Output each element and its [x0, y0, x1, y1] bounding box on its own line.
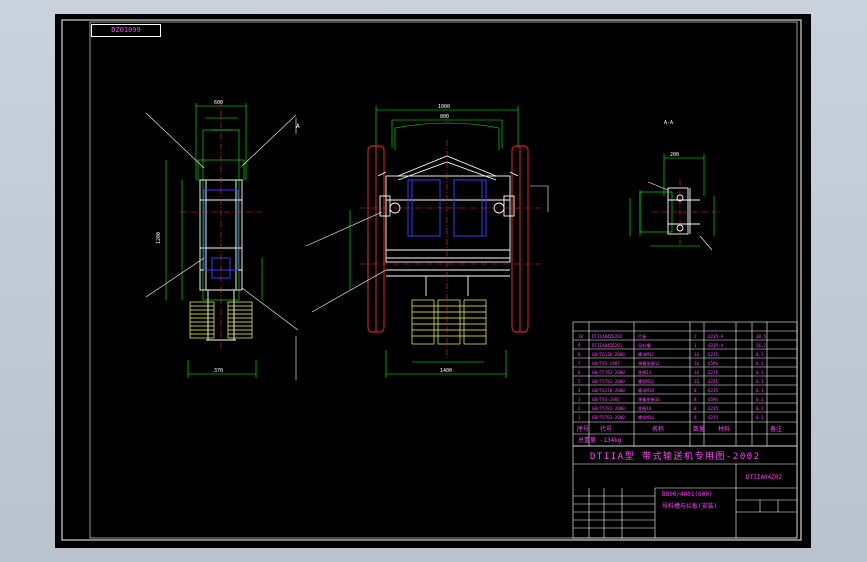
- bom-cell-note: 38.5: [756, 334, 767, 339]
- bom-cell-name: 螺栓M16: [638, 414, 654, 421]
- section-mark: A: [296, 123, 300, 130]
- bom-cell-mat: 65Mn: [708, 397, 719, 402]
- bom-cell-mat: 65Mn: [708, 361, 719, 366]
- bom-cell-no: 6: [578, 370, 581, 375]
- bom-cell-no: 5: [578, 379, 581, 384]
- bom-header-cell: 备注: [770, 425, 782, 433]
- bom-cell-name: 垫圈16: [638, 405, 652, 412]
- bom-header-cell: 代号: [600, 425, 612, 433]
- bom-cell-note: 56.2: [756, 343, 767, 348]
- bom-cell-code: GB/T93-1987: [592, 361, 620, 366]
- bom-cell-name: 螺栓M12: [638, 378, 654, 385]
- dim-top-width: 1000: [438, 104, 450, 110]
- bom-cell-qty: 16: [694, 352, 700, 357]
- dim-bottom-width: 1400: [440, 368, 452, 374]
- dim-detail-width: 200: [670, 152, 679, 158]
- bom-cell-qty: 2: [694, 334, 697, 339]
- bom-cell-qty: 8: [694, 388, 697, 393]
- bom-cell-note: 0.1: [756, 397, 764, 402]
- bom-cell-name: 弹簧垫圈12: [638, 360, 660, 367]
- bom-cell-code: DTIIA04Z0201: [592, 343, 623, 348]
- bom-cell-qty: 16: [694, 361, 700, 366]
- bom-cell-note: 0.1: [756, 379, 764, 384]
- bom-cell-name: 垫圈12: [638, 369, 652, 376]
- bom-cell-mat: Q235: [708, 370, 719, 375]
- bom-cell-note: 0.1: [756, 415, 764, 420]
- bom-header: 序号 代号 名称 数量 材料 备注: [577, 425, 782, 433]
- bom-cell-code: GB/T6170-2000: [592, 388, 625, 393]
- bom-cell-no: 9: [578, 343, 581, 348]
- drawing-title: DTIIA型 带式输送机专用图-2002: [590, 450, 761, 462]
- bom-cell-code: GB/T5783-2000: [592, 370, 625, 375]
- bom-header-cell: 名称: [652, 425, 664, 433]
- bom-cell-code: GB/T93-1987: [592, 397, 620, 402]
- part-name-line2: 导料槽与拦板(安装): [662, 502, 717, 510]
- bom-cell-code: GB/T5783-2000: [592, 406, 625, 411]
- bom-cell-no: 3: [578, 397, 581, 402]
- bom-cell-code: DTIIA04Z0202: [592, 334, 623, 339]
- bom-cell-mat: Q235: [708, 388, 719, 393]
- bom-cell-qty: 16: [694, 379, 700, 384]
- bom-header-cell: 材料: [718, 425, 730, 433]
- bom-table: 1 GB/T5783-2000 螺栓M16 8 Q235 0.1 2 GB/T5783-200…: [578, 333, 767, 421]
- bom-cell-mat: Q235: [708, 406, 719, 411]
- part-name-line1: B800/4001(600): [662, 491, 713, 498]
- bom-cell-qty: 8: [694, 415, 697, 420]
- bom-cell-qty: 16: [694, 370, 700, 375]
- bom-cell-mat: Q235: [708, 379, 719, 384]
- weight-note: 总重量 -134kg: [578, 436, 622, 444]
- bom-cell-no: 8: [578, 352, 581, 357]
- bom-cell-qty: 8: [694, 397, 697, 402]
- dim-side-width: 600: [214, 100, 223, 106]
- bom-cell-note: 0.1: [756, 361, 764, 366]
- bom-cell-name: 拦板: [638, 333, 647, 340]
- bom-cell-name: 螺母M12: [638, 351, 654, 358]
- bom-cell-qty: 1: [694, 343, 697, 348]
- dim-top-inner: 800: [440, 114, 449, 120]
- dim-side-bottom: 370: [214, 368, 223, 374]
- cad-viewport[interactable]: DZ01099 600 1000 800 370 1400 200 1200 A…: [0, 0, 867, 562]
- bom-cell-no: 4: [578, 388, 581, 393]
- bom-cell-no: 1: [578, 415, 581, 420]
- bom-cell-mat: Q235-A: [708, 334, 724, 339]
- bom-cell-code: GB/T5783-2000: [592, 415, 625, 420]
- bom-cell-code: GB/T6170-2000: [592, 352, 625, 357]
- bom-cell-mat: Q235: [708, 352, 719, 357]
- section-view-label: A-A: [664, 120, 673, 126]
- bom-cell-qty: 8: [694, 406, 697, 411]
- bom-cell-name: 导料槽: [638, 342, 651, 349]
- bom-cell-name: 螺母M16: [638, 387, 654, 394]
- bom-cell-no: 2: [578, 406, 581, 411]
- bom-cell-note: 0.1: [756, 370, 764, 375]
- bom-cell-note: 0.1: [756, 352, 764, 357]
- text-layer: 600 1000 800 370 1400 200 1200 A-A A 1 GB…: [156, 100, 783, 510]
- bom-cell-no: 7: [578, 361, 581, 366]
- bom-header-cell: 序号: [577, 425, 589, 433]
- bom-cell-code: GB/T5783-2000: [592, 379, 625, 384]
- dim-side-height: 1200: [156, 232, 162, 244]
- bom-cell-no: 10: [578, 334, 584, 339]
- bom-cell-name: 弹簧垫圈16: [638, 396, 660, 403]
- bom-cell-note: 0.1: [756, 388, 764, 393]
- sheet-code: DTIIA04Z02: [746, 474, 783, 481]
- bom-cell-note: 0.1: [756, 406, 764, 411]
- bom-header-cell: 数量: [693, 425, 705, 433]
- bom-cell-mat: Q235-A: [708, 343, 724, 348]
- bom-cell-mat: Q235: [708, 415, 719, 420]
